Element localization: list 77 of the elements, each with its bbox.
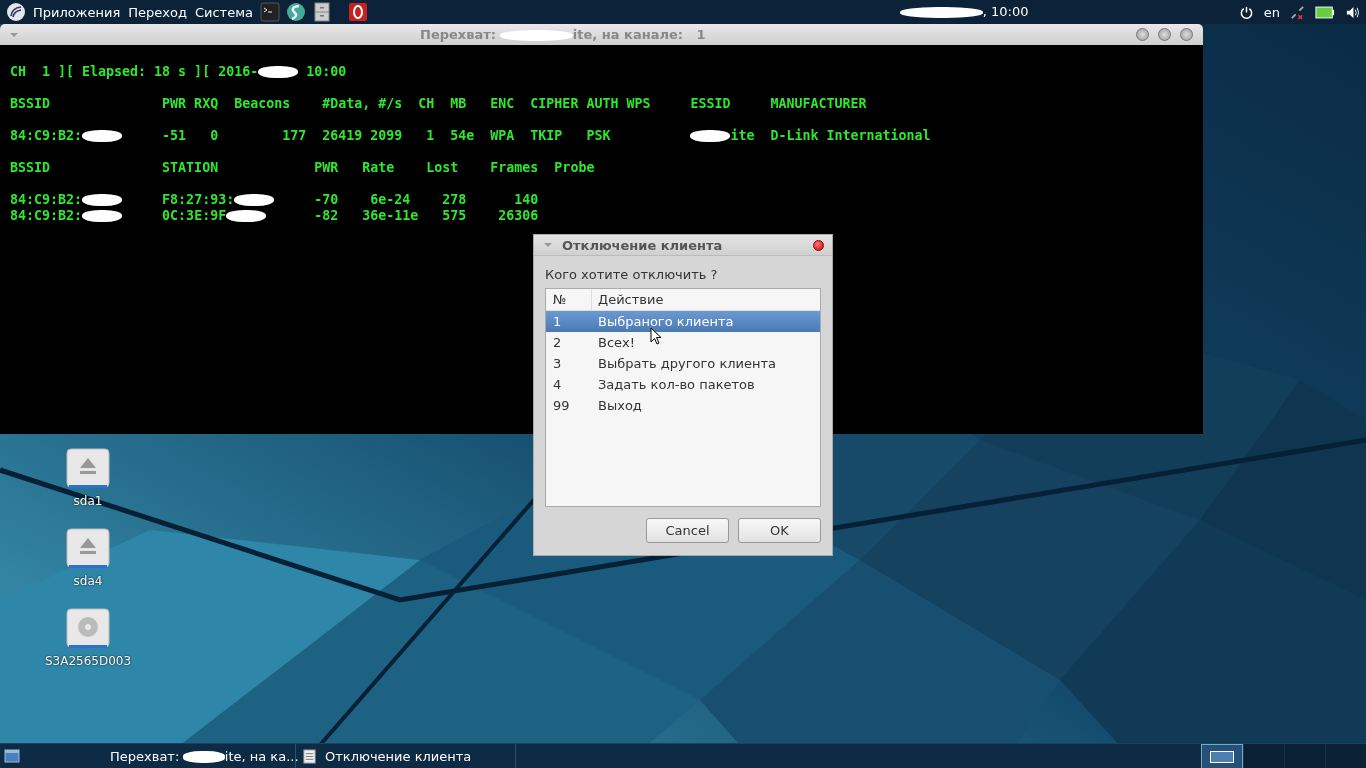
panel-menu[interactable]: Система [193,4,254,20]
maximize-button[interactable] [1158,28,1171,41]
task-title-text: Перехват: [110,748,181,764]
list-window-icon [302,748,317,764]
file-cabinet-icon[interactable] [311,2,332,22]
mouse-pointer-icon [650,327,662,345]
list-row[interactable]: 1 Выбраного клиента [546,311,820,332]
network-disconnected-icon[interactable] [1290,4,1305,20]
workspace-switcher[interactable] [1284,744,1325,768]
row-number: 3 [552,356,563,371]
keyboard-layout[interactable]: en [1263,4,1280,20]
terminal-output-text: 84:C9:B2: [10,208,83,223]
workspace-switcher[interactable] [1201,744,1243,768]
eject-drive-icon[interactable] [66,448,110,490]
list-row[interactable]: 99 Выход [546,395,820,416]
terminal-output-text: 10:00 [305,64,347,79]
terminal-output-text: -51 0 177 26419 2099 1 54e WPA TKIP PSK [161,128,612,143]
redaction-mark [258,66,299,78]
desktop-icon-label[interactable]: sda1 [73,494,103,508]
terminal-output-text: -82 36e-11e 575 26306 [313,208,539,223]
close-button[interactable] [1180,28,1193,41]
task-title-text: ite, на ка... [224,748,299,764]
dialog-title: Отключение клиента [562,237,723,253]
dialog-prompt: Кого хотите отключить ? [545,267,719,282]
list-row[interactable]: 2 Всех! [546,332,820,353]
terminal-output-text: BSSID PWR RXQ Beacons #Data, #/s CH MB ENC CIPHER AUTH WPS ESSID MANUFACTURER [10,96,867,111]
desktop-icon-label[interactable]: S3A2565D003 [44,654,132,668]
power-icon[interactable] [1238,4,1254,20]
dialog-button[interactable]: OK [738,518,821,543]
terminal-output-text: BSSID STATION PWR Rate Lost Frames Probe [10,160,595,175]
terminal-output-text: 84:C9:B2: [10,192,83,207]
row-number: 99 [552,398,571,413]
battery-icon[interactable] [1315,4,1335,20]
workspace-switcher[interactable] [1243,744,1284,768]
panel-menu[interactable]: Приложения [32,4,122,20]
terminal-output-text: 84:C9:B2: [10,128,83,143]
taskbar-button[interactable]: Перехват: ite, на ка... [80,744,296,768]
row-action: Выбраного клиента [597,314,734,329]
redaction-mark [82,194,123,206]
redaction-mark [690,130,731,142]
desktop-icon-label[interactable]: sda4 [73,574,103,588]
column-header[interactable]: № [546,289,592,310]
row-number: 2 [552,335,563,350]
row-action: Всех! [597,335,635,350]
redaction-mark [226,210,267,222]
terminal-output-text: F8:27:93: [161,192,235,207]
window-title-text: ite, на канале: 1 [572,27,706,42]
clock-text: , 10:00 [982,4,1029,19]
task-title-text: Отключение клиента [325,748,472,764]
close-button[interactable] [813,239,824,251]
column-header[interactable]: Действие [592,292,664,307]
terminal-output-text: CH 1 ][ Elapsed: 18 s ][ 2016- [10,64,259,79]
row-action: Выбрать другого клиента [597,356,777,371]
redaction-mark [82,210,123,222]
eject-drive-icon[interactable] [66,528,110,570]
terminal-icon[interactable] [259,2,280,22]
row-number: 4 [552,377,563,392]
row-action: Выход [597,398,642,413]
window-title-text: Перехват: [420,27,497,42]
row-number: 1 [552,314,563,329]
show-desktop-icon[interactable] [4,749,20,763]
redaction-mark [82,130,123,142]
list-row[interactable]: 4 Задать кол-во пакетов [546,374,820,395]
swirl-app-icon[interactable] [285,2,306,22]
opera-icon[interactable] [347,2,368,22]
minimize-button[interactable] [1136,28,1149,41]
redaction-mark [234,194,275,206]
terminal-output-text: 0C:3E:9F [161,208,227,223]
panel-menu[interactable]: Переход [127,4,188,20]
terminal-output-text: -70 6e-24 278 140 [313,192,539,207]
redaction-mark [183,751,225,763]
workspace-switcher[interactable] [1325,744,1366,768]
swirl-logo-icon[interactable] [6,2,26,22]
dialog-button[interactable]: Cancel [646,518,729,543]
list-row[interactable]: 3 Выбрать другого клиента [546,353,820,374]
row-action: Задать кол-во пакетов [597,377,755,392]
terminal-output-text: ite D-Link International [730,128,931,143]
